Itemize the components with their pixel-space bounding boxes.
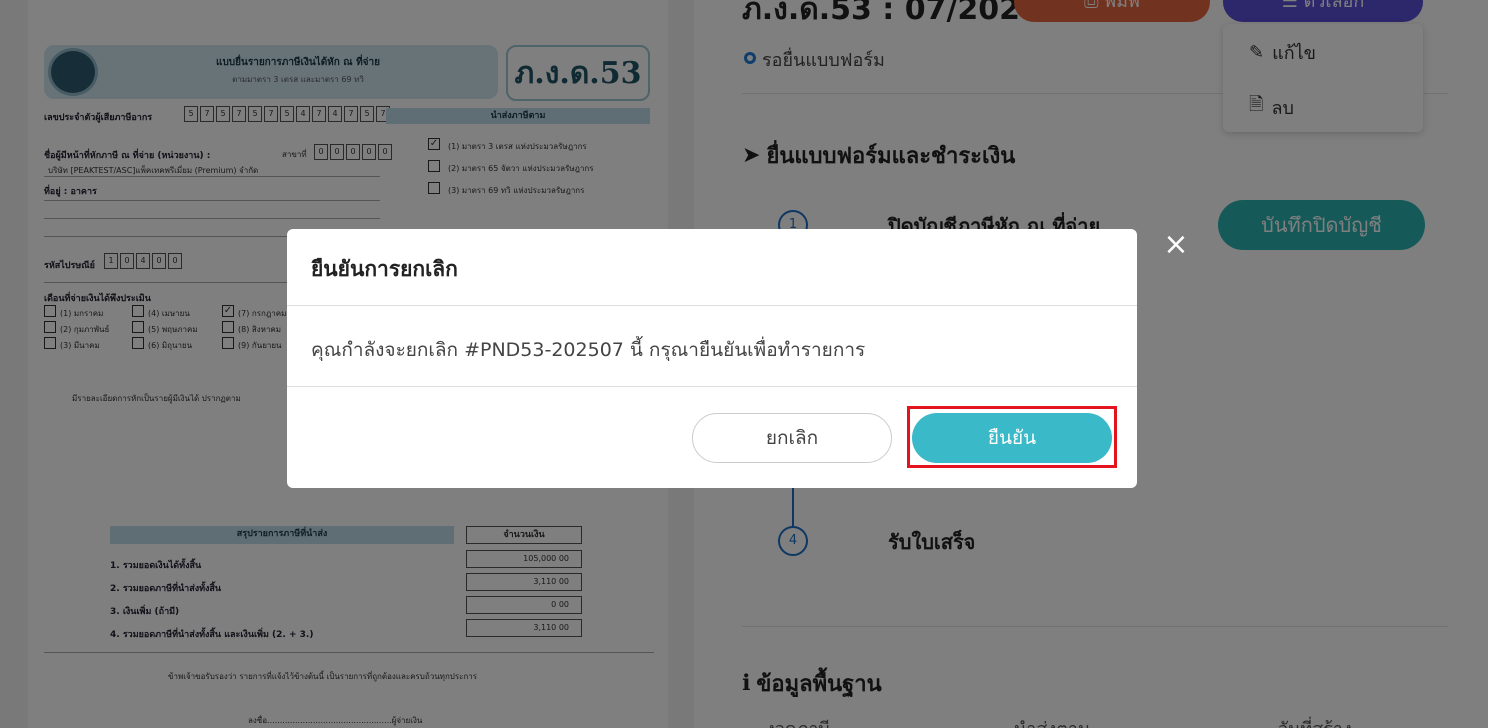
dialog-divider xyxy=(287,305,1137,306)
cancel-button[interactable]: ยกเลิก xyxy=(692,413,892,463)
confirm-button-highlight xyxy=(907,406,1117,468)
dialog-title: ยืนยันการยกเลิก xyxy=(311,257,458,281)
dialog-message: คุณกำลังจะยกเลิก #PND53-202507 นี้ กรุณา… xyxy=(311,339,866,361)
close-icon[interactable]: × xyxy=(1160,229,1192,261)
dialog-divider xyxy=(287,386,1137,387)
